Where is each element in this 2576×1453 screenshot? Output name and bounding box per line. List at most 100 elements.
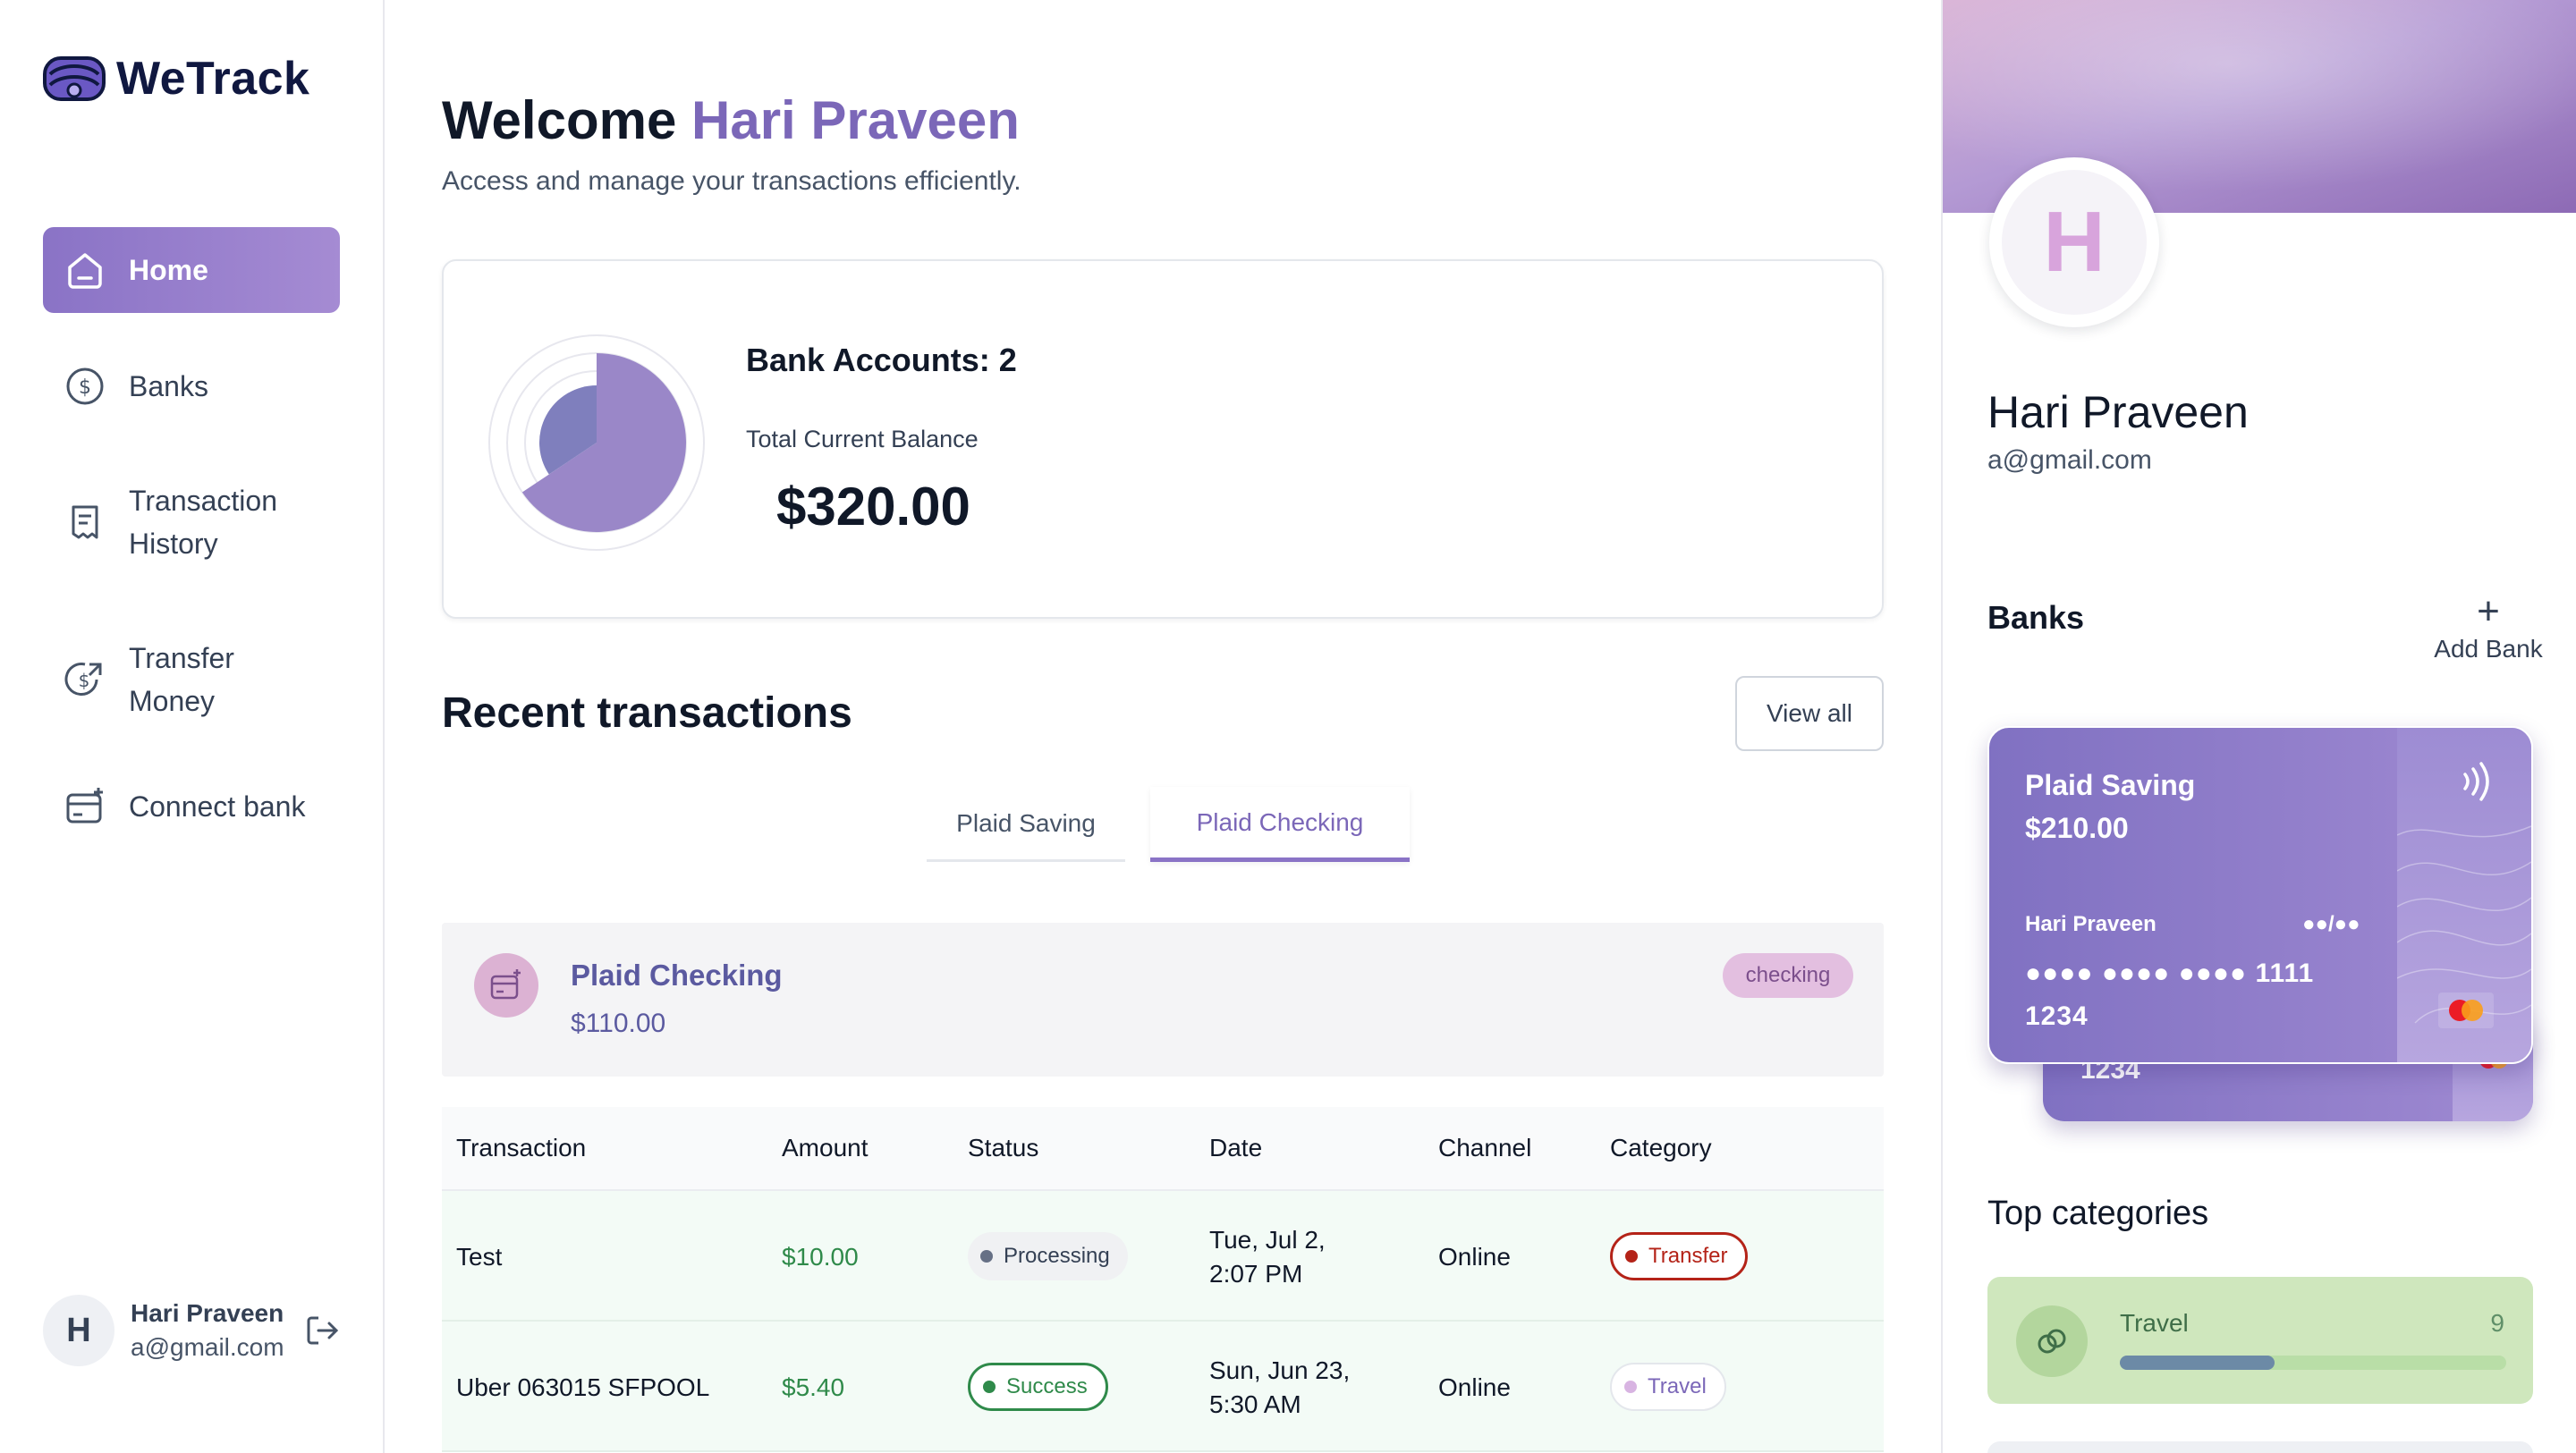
profile-email: a@gmail.com [1987, 445, 2152, 475]
category-badge: Transfer [1610, 1232, 1749, 1280]
sidebar-item-connect-bank[interactable]: Connect bank [43, 764, 340, 849]
transaction-date: Tue, Jul 2, 2:07 PM [1209, 1223, 1326, 1291]
date-line: Sun, Jun 23, [1209, 1356, 1351, 1384]
account-balance: $110.00 [571, 1009, 666, 1038]
user-name: Hari Praveen [131, 1299, 284, 1327]
time-line: 2:07 PM [1209, 1260, 1303, 1288]
user-email: a@gmail.com [131, 1333, 284, 1361]
avatar[interactable]: H [43, 1295, 114, 1366]
sidebar: WeTrack Home $ Banks Transaction History… [0, 0, 385, 1453]
card-holder-name: Hari Praveen [2025, 912, 2157, 936]
account-summary: Plaid Checking $110.00 checking [442, 923, 1884, 1077]
sidebar-item-banks[interactable]: $ Banks [43, 343, 340, 429]
sidebar-item-home[interactable]: Home [43, 227, 340, 313]
status-dot [983, 1381, 996, 1393]
link-icon [2038, 1329, 2066, 1354]
total-balance-card: Bank Accounts: 2 Total Current Balance $… [442, 259, 1884, 619]
category-icon [2016, 1305, 2088, 1377]
svg-text:$: $ [79, 376, 91, 399]
category-name: Travel [2120, 1309, 2189, 1337]
logo[interactable]: WeTrack [43, 52, 309, 106]
welcome-user-name: Hari Praveen [691, 90, 1020, 150]
account-name: Plaid Checking [571, 959, 783, 992]
dollar-circle-icon: $ [66, 367, 104, 405]
column-header: Date [1209, 1134, 1263, 1162]
card-add-icon [490, 969, 521, 1000]
sidebar-item-label: Home [129, 253, 208, 286]
status-badge: Processing [968, 1232, 1128, 1280]
transaction-amount: $10.00 [782, 1243, 859, 1271]
status-label: Processing [1004, 1244, 1110, 1268]
table-row[interactable]: Test $10.00 Processing Tue, Jul 2, 2:07 … [442, 1191, 1884, 1322]
add-bank-button[interactable]: + Add Bank [2426, 592, 2551, 663]
contactless-icon [2463, 762, 2489, 801]
balance-donut-chart [488, 334, 705, 551]
column-header: Amount [782, 1134, 869, 1162]
tab-plaid-saving[interactable]: Plaid Saving [927, 787, 1125, 862]
sidebar-item-label: Transaction History [129, 485, 277, 560]
category-progress-fill [2120, 1356, 2275, 1370]
svg-text:$: $ [79, 670, 90, 691]
category-progress-track [2120, 1356, 2506, 1370]
top-categories-title: Top categories [1987, 1195, 2209, 1232]
card-number-line2: 1234 [2025, 1001, 2089, 1031]
bank-card[interactable]: Plaid Saving $210.00 Hari Praveen ●●/●● … [1987, 726, 2533, 1064]
logout-icon[interactable] [302, 1311, 342, 1350]
account-icon [474, 953, 538, 1018]
transaction-name: Uber 063015 SFPOOL [456, 1373, 710, 1401]
bank-accounts-count: Bank Accounts: 2 [746, 342, 1017, 378]
logo-icon [43, 56, 106, 101]
time-line: 5:30 AM [1209, 1390, 1301, 1418]
column-header: Category [1610, 1134, 1712, 1162]
money-send-icon: $ [64, 663, 102, 697]
page-title: Welcome Hari Praveen [442, 89, 1020, 151]
sidebar-item-transaction-history[interactable]: Transaction History [43, 472, 340, 572]
card-balance: $210.00 [2025, 812, 2129, 844]
column-header: Channel [1438, 1134, 1532, 1162]
welcome-prefix: Welcome [442, 90, 677, 150]
sidebar-item-label: Transfer Money [129, 642, 234, 717]
total-balance-label: Total Current Balance [746, 426, 979, 452]
app-name: WeTrack [116, 53, 310, 105]
status-badge: Success [968, 1363, 1108, 1411]
card-expiry: ●●/●● [2302, 912, 2360, 936]
view-all-button[interactable]: View all [1735, 676, 1884, 751]
tab-plaid-checking[interactable]: Plaid Checking [1150, 787, 1410, 862]
plus-icon: + [2477, 589, 2500, 633]
profile-name: Hari Praveen [1987, 387, 2249, 437]
transaction-date: Sun, Jun 23, 5:30 AM [1209, 1354, 1350, 1422]
category-card[interactable] [1987, 1441, 2533, 1453]
account-type-badge: checking [1723, 953, 1853, 998]
sidebar-item-label: Connect bank [129, 790, 306, 823]
column-header: Transaction [456, 1134, 587, 1162]
table-row[interactable]: Uber 063015 SFPOOL $5.40 Success Sun, Ju… [442, 1322, 1884, 1452]
transaction-amount: $5.40 [782, 1373, 845, 1401]
profile-avatar[interactable]: H [1989, 157, 2159, 327]
add-bank-label: Add Bank [2434, 635, 2543, 663]
page-subtitle: Access and manage your transactions effi… [442, 166, 1021, 196]
category-dot [1625, 1250, 1638, 1263]
profile-sidebar: H Hari Praveen a@gmail.com Banks + Add B… [1941, 0, 2576, 1453]
transaction-channel: Online [1438, 1243, 1511, 1271]
sidebar-item-label: Banks [129, 369, 208, 402]
category-card-travel[interactable]: Travel 9 [1987, 1277, 2533, 1404]
mastercard-icon [2438, 993, 2494, 1028]
sidebar-user: H Hari Praveen a@gmail.com [43, 1295, 347, 1366]
date-line: Tue, Jul 2, [1209, 1226, 1326, 1254]
transactions-table: Transaction Amount Status Date Channel C… [442, 1107, 1884, 1452]
sidebar-item-transfer-money[interactable]: $ Transfer Money [43, 629, 340, 730]
transaction-channel: Online [1438, 1373, 1511, 1401]
recent-transactions-title: Recent transactions [442, 689, 852, 737]
status-dot [980, 1250, 993, 1263]
home-icon [68, 253, 102, 289]
category-count: 9 [2490, 1309, 2504, 1337]
category-label: Transfer [1648, 1244, 1728, 1268]
category-badge: Travel [1610, 1363, 1726, 1411]
table-header: Transaction Amount Status Date Channel C… [442, 1107, 1884, 1191]
card-bank-name: Plaid Saving [2025, 769, 2196, 801]
category-label: Travel [1648, 1374, 1707, 1398]
transaction-name: Test [456, 1243, 503, 1271]
total-balance-amount: $320.00 [776, 477, 970, 536]
connect-bank-icon [66, 788, 103, 824]
category-dot [1624, 1381, 1637, 1393]
